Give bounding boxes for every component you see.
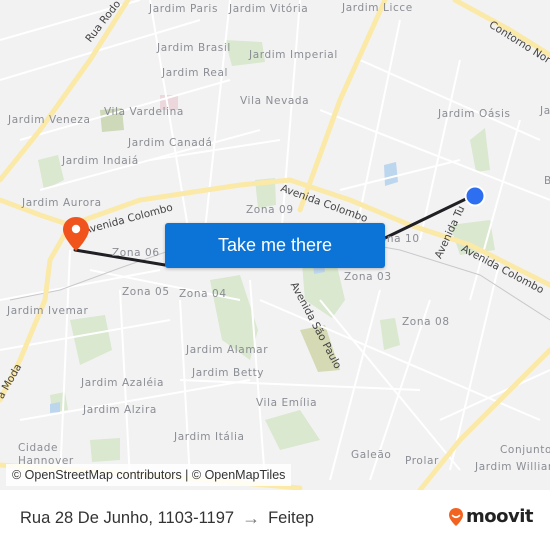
footer: Rua 28 De Junho, 1103-1197 → Feitep moov… bbox=[0, 490, 550, 550]
label-vila-emilia: Vila Emília bbox=[256, 397, 318, 409]
label-zona-05: Zona 05 bbox=[122, 286, 170, 298]
label-conjunto: Conjunto bbox=[500, 444, 550, 456]
label-jardim-ivemar: Jardim Ivemar bbox=[7, 305, 89, 317]
label-zona-03: Zona 03 bbox=[344, 271, 392, 283]
label-jardim-italia: Jardim Itália bbox=[174, 431, 245, 443]
origin-pin-icon[interactable] bbox=[62, 216, 90, 252]
moovit-pin-icon bbox=[449, 507, 463, 526]
label-jardim-oasis: Jardim Oásis bbox=[438, 108, 511, 120]
label-zona-06: Zona 06 bbox=[112, 247, 160, 259]
label-jardim-azaleia: Jardim Azaléia bbox=[81, 377, 165, 389]
label-jardim-vitoria: Jardim Vitória bbox=[229, 3, 309, 15]
route-summary: Rua 28 De Junho, 1103-1197 → Feitep bbox=[20, 508, 314, 529]
moovit-wordmark: moovit bbox=[466, 506, 534, 527]
label-prolar: Prolar bbox=[405, 455, 439, 467]
label-jardim-betty: Jardim Betty bbox=[192, 367, 265, 379]
map-attribution[interactable]: © OpenStreetMap contributors | © OpenMap… bbox=[6, 464, 292, 486]
label-jardim-brasil: Jardim Brasil bbox=[157, 42, 231, 54]
label-jardim-alzira: Jardim Alzira bbox=[83, 404, 157, 416]
label-vila-nevada: Vila Nevada bbox=[240, 95, 310, 107]
label-ja-partial: Ja bbox=[540, 105, 550, 117]
label-jardim-licce: Jardim Licce bbox=[342, 2, 413, 14]
label-jardim-real: Jardim Real bbox=[162, 67, 229, 79]
label-vila-vardelina: Vila Vardelina bbox=[104, 106, 184, 118]
label-zona-08: Zona 08 bbox=[402, 316, 450, 328]
take-me-there-button[interactable]: Take me there bbox=[165, 223, 385, 268]
label-b-partial: B bbox=[544, 175, 550, 187]
label-jardim-indaia: Jardim Indaiá bbox=[62, 155, 139, 167]
destination-name: Feitep bbox=[268, 509, 314, 527]
destination-dot-icon[interactable] bbox=[463, 184, 487, 208]
label-jardim-veneza: Jardim Veneza bbox=[8, 114, 91, 126]
map[interactable]: Jardim Paris Jardim Vitória Jardim Licce… bbox=[0, 0, 550, 490]
moovit-logo[interactable]: moovit bbox=[448, 506, 534, 527]
label-jardim-imperial: Jardim Imperial bbox=[249, 49, 338, 61]
origin-name: Rua 28 De Junho, 1103-1197 bbox=[20, 509, 235, 527]
arrow-right-icon: → bbox=[242, 508, 261, 528]
label-zona-09: Zona 09 bbox=[246, 204, 294, 216]
label-zona-04: Zona 04 bbox=[179, 288, 227, 300]
label-jardim-paris: Jardim Paris bbox=[149, 3, 219, 15]
label-galeao: Galeão bbox=[351, 449, 392, 461]
label-jardim-canada: Jardim Canadá bbox=[128, 137, 213, 149]
label-jardim-william: Jardim William bbox=[475, 461, 550, 473]
label-jardim-aurora: Jardim Aurora bbox=[22, 197, 102, 209]
label-jardim-alamar: Jardim Alamar bbox=[186, 344, 269, 356]
